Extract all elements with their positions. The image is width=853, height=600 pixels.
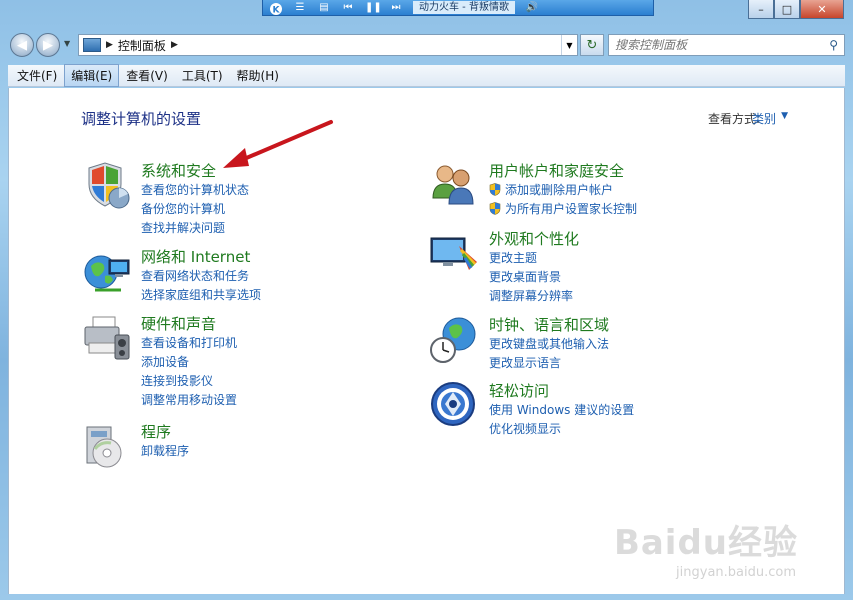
uac-shield-icon: [489, 202, 501, 215]
menu-tools[interactable]: 工具(T): [175, 64, 230, 87]
media-player-bar: K ☰ ▤ ⏮ ❚❚ ⏭ 动力火车 - 背叛情歌 🔊: [262, 0, 654, 16]
link-keyboard-input[interactable]: 更改键盘或其他输入法: [489, 334, 609, 353]
category-title[interactable]: 外观和个性化: [489, 228, 579, 249]
printer-icon[interactable]: [81, 313, 133, 365]
link-screen-resolution[interactable]: 调整屏幕分辨率: [489, 286, 573, 305]
playlist-icon[interactable]: ☰: [293, 2, 307, 14]
link-view-computer-status[interactable]: 查看您的计算机状态: [141, 180, 249, 199]
pause-icon[interactable]: ❚❚: [365, 2, 382, 14]
network-globe-icon[interactable]: [81, 246, 133, 298]
link-add-device[interactable]: 添加设备: [141, 352, 237, 371]
category-links: 更改键盘或其他输入法 更改显示语言: [489, 334, 609, 372]
category-title[interactable]: 用户帐户和家庭安全: [489, 160, 624, 181]
link-backup-computer[interactable]: 备份您的计算机: [141, 199, 249, 218]
refresh-icon: ↻: [586, 37, 598, 53]
search-box[interactable]: ⚲: [608, 34, 845, 56]
link-homegroup-sharing[interactable]: 选择家庭组和共享选项: [141, 285, 261, 304]
breadcrumb-chevron-icon[interactable]: ▶: [106, 40, 113, 50]
link-mobility-settings[interactable]: 调整常用移动设置: [141, 390, 237, 409]
link-troubleshoot[interactable]: 查找并解决问题: [141, 218, 249, 237]
appearance-monitor-icon[interactable]: [429, 228, 481, 280]
category-links: 添加或删除用户帐户 为所有用户设置家长控制: [489, 180, 637, 218]
link-devices-printers[interactable]: 查看设备和打印机: [141, 333, 237, 352]
category-links: 更改主题 更改桌面背景 调整屏幕分辨率: [489, 248, 573, 305]
category-title[interactable]: 时钟、语言和区域: [489, 314, 609, 335]
search-icon[interactable]: ⚲: [829, 38, 838, 52]
link-windows-recommended-settings[interactable]: 使用 Windows 建议的设置: [489, 400, 634, 419]
next-icon[interactable]: ⏭: [389, 2, 403, 14]
menu-bar: 文件(F) 编辑(E) 查看(V) 工具(T) 帮助(H): [8, 64, 845, 87]
baidu-watermark-url: jingyan.baidu.com: [676, 565, 796, 580]
media-track-title: 动力火车 - 背叛情歌: [413, 1, 515, 14]
link-optimize-visual-display[interactable]: 优化视频显示: [489, 419, 634, 438]
users-icon[interactable]: [429, 160, 481, 212]
breadcrumb-chevron-icon[interactable]: ▶: [171, 40, 178, 50]
view-by-selector[interactable]: 类别: [752, 110, 776, 127]
category-links: 查看您的计算机状态 备份您的计算机 查找并解决问题: [141, 180, 249, 237]
category-links: 使用 Windows 建议的设置 优化视频显示: [489, 400, 634, 438]
clock-globe-icon[interactable]: [429, 314, 481, 366]
refresh-button[interactable]: ↻: [580, 34, 604, 56]
category-links: 卸载程序: [141, 441, 189, 460]
arrow-left-icon: ◀: [17, 37, 27, 53]
link-parental-controls[interactable]: 为所有用户设置家长控制: [489, 199, 637, 218]
menu-file[interactable]: 文件(F): [10, 64, 64, 87]
category-title[interactable]: 系统和安全: [141, 160, 216, 181]
link-uninstall-program[interactable]: 卸载程序: [141, 441, 189, 460]
category-links: 查看设备和打印机 添加设备 连接到投影仪 调整常用移动设置: [141, 333, 237, 409]
volume-icon[interactable]: 🔊: [525, 2, 539, 14]
close-button[interactable]: ✕: [800, 0, 844, 19]
category-title[interactable]: 网络和 Internet: [141, 246, 250, 267]
link-add-remove-accounts[interactable]: 添加或删除用户帐户: [489, 180, 637, 199]
link-network-status[interactable]: 查看网络状态和任务: [141, 266, 261, 285]
uac-shield-icon: [489, 183, 501, 196]
link-text[interactable]: 为所有用户设置家长控制: [505, 200, 637, 217]
link-change-theme[interactable]: 更改主题: [489, 248, 573, 267]
page-title: 调整计算机的设置: [81, 110, 202, 128]
breadcrumb-control-panel[interactable]: 控制面板: [118, 37, 166, 54]
previous-icon[interactable]: ⏮: [341, 2, 355, 14]
menu-view[interactable]: 查看(V): [119, 64, 175, 87]
system-security-shield-icon[interactable]: [81, 160, 133, 212]
minimize-button[interactable]: –: [748, 0, 774, 19]
link-connect-projector[interactable]: 连接到投影仪: [141, 371, 237, 390]
category-title[interactable]: 轻松访问: [489, 380, 549, 401]
link-display-language[interactable]: 更改显示语言: [489, 353, 609, 372]
menu-help[interactable]: 帮助(H): [230, 64, 286, 87]
recent-pages-dropdown-icon[interactable]: ▼: [64, 39, 70, 48]
content-pane: 调整计算机的设置 查看方式: 类别 ▼ 系统和安全 查看您的计算机状态 备份您的…: [8, 88, 845, 594]
link-text[interactable]: 添加或删除用户帐户: [505, 181, 613, 198]
address-bar[interactable]: ▶ 控制面板 ▶ ▼: [78, 34, 578, 56]
link-desktop-background[interactable]: 更改桌面背景: [489, 267, 573, 286]
category-title[interactable]: 硬件和声音: [141, 313, 216, 334]
category-title[interactable]: 程序: [141, 421, 171, 442]
forward-button[interactable]: ▶: [36, 33, 60, 57]
control-panel-icon: [83, 38, 101, 52]
maximize-button[interactable]: □: [774, 0, 800, 19]
arrow-right-icon: ▶: [43, 37, 53, 53]
ease-of-access-icon[interactable]: [429, 380, 481, 432]
back-button[interactable]: ◀: [10, 33, 34, 57]
red-arrow-annotation-icon: [223, 120, 333, 168]
svg-text:K: K: [273, 5, 281, 15]
window-caption-buttons: – □ ✕: [748, 0, 844, 19]
baidu-watermark-logo: Baidu经验: [613, 523, 798, 563]
lyrics-icon[interactable]: ▤: [317, 2, 331, 14]
programs-icon[interactable]: [81, 421, 133, 473]
address-dropdown-icon[interactable]: ▼: [561, 35, 577, 55]
category-links: 查看网络状态和任务 选择家庭组和共享选项: [141, 266, 261, 304]
menu-edit[interactable]: 编辑(E): [64, 64, 120, 87]
media-logo-icon[interactable]: K: [269, 2, 283, 15]
navigation-row: ◀ ▶ ▼ ▶ 控制面板 ▶ ▼ ↻ ⚲: [8, 31, 845, 59]
search-input[interactable]: [615, 38, 815, 52]
chevron-down-icon[interactable]: ▼: [781, 111, 788, 121]
